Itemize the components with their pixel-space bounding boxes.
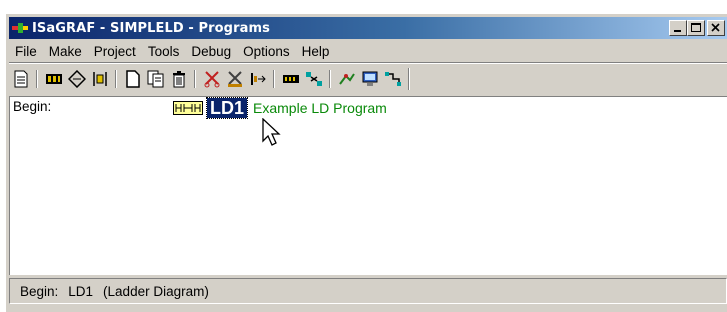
program-name[interactable]: LD1: [205, 97, 249, 119]
variables-icon: [92, 72, 107, 86]
io-connection-button[interactable]: [42, 68, 65, 90]
maximize-button[interactable]: [687, 20, 705, 36]
simulate-button[interactable]: [335, 68, 358, 90]
document-icon: [14, 70, 27, 88]
new-program-icon: [125, 70, 140, 88]
compile-button[interactable]: [223, 68, 246, 90]
window-controls: [669, 20, 725, 36]
status-bar: Begin: LD1 (Ladder Diagram): [9, 278, 727, 304]
toolbar-separator: [269, 68, 279, 90]
toolbar: [9, 65, 727, 93]
window-title: ISaGRAF - SIMPLELD - Programs: [32, 20, 270, 36]
copy-program-icon: [147, 70, 163, 88]
program-description: Example LD Program: [253, 100, 387, 116]
menu-help[interactable]: Help: [296, 44, 336, 59]
isagraf-app-icon[interactable]: [12, 20, 28, 36]
menu-tools[interactable]: Tools: [142, 44, 186, 59]
document-button[interactable]: [9, 68, 32, 90]
toolbar-separator: [190, 68, 200, 90]
menu-project[interactable]: Project: [88, 44, 142, 59]
download-button[interactable]: [381, 68, 404, 90]
cut-button[interactable]: [200, 68, 223, 90]
menu-options[interactable]: Options: [237, 44, 296, 59]
toolbar-separator: [325, 68, 335, 90]
library-button[interactable]: [279, 68, 302, 90]
dictionary-button[interactable]: [65, 68, 88, 90]
close-button[interactable]: [707, 20, 725, 36]
close-icon: [711, 23, 720, 32]
cross-reference-button[interactable]: [302, 68, 325, 90]
toolbar-separator: [32, 68, 42, 90]
cut-icon: [204, 71, 219, 88]
title-bar[interactable]: ISaGRAF - SIMPLELD - Programs: [9, 17, 727, 39]
program-item[interactable]: LD1 Example LD Program: [173, 97, 387, 119]
library-icon: [282, 75, 299, 83]
section-label-begin: Begin:: [13, 99, 52, 114]
download-icon: [384, 72, 401, 86]
variables-button[interactable]: [88, 68, 111, 90]
menu-divider: [9, 62, 727, 64]
ladder-diagram-icon: [173, 101, 203, 115]
cross-reference-icon: [305, 72, 322, 86]
menu-make[interactable]: Make: [43, 44, 88, 59]
simulate-icon: [338, 73, 355, 85]
io-connection-icon: [45, 74, 62, 84]
status-program: LD1: [68, 283, 94, 299]
toolbar-separator: [111, 68, 121, 90]
status-program-type: (Ladder Diagram): [103, 283, 209, 299]
verify-icon: [250, 73, 266, 85]
delete-program-icon: [172, 71, 185, 88]
maximize-icon: [691, 23, 701, 32]
minimize-button[interactable]: [669, 20, 687, 36]
delete-program-button[interactable]: [167, 68, 190, 90]
mouse-cursor-icon: [262, 117, 284, 151]
copy-program-button[interactable]: [144, 68, 167, 90]
new-program-button[interactable]: [121, 68, 144, 90]
minimize-icon: [674, 30, 681, 32]
status-section: Begin:: [20, 283, 59, 299]
verify-button[interactable]: [246, 68, 269, 90]
compile-icon: [227, 71, 242, 87]
menu-debug[interactable]: Debug: [185, 44, 237, 59]
main-window: ISaGRAF - SIMPLELD - Programs File Make …: [6, 14, 727, 312]
debug-icon: [362, 71, 377, 86]
toolbar-end-separator: [404, 68, 416, 90]
debug-button[interactable]: [358, 68, 381, 90]
dictionary-icon: [67, 70, 86, 88]
menu-file[interactable]: File: [9, 44, 43, 59]
programs-list[interactable]: Begin: LD1 Example LD Program: [9, 96, 727, 275]
menu-bar: File Make Project Tools Debug Options He…: [9, 41, 727, 61]
